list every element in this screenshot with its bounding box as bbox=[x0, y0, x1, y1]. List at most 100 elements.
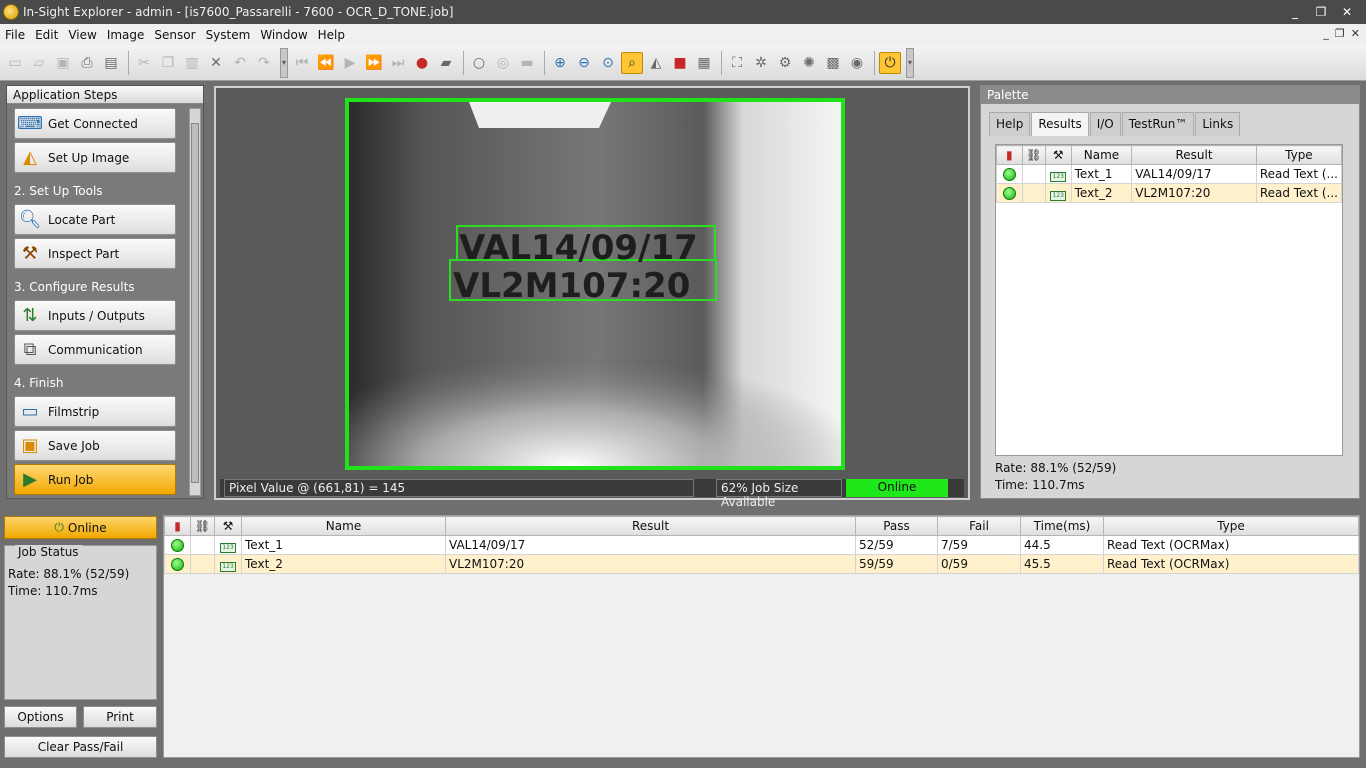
copy-icon[interactable]: ❐ bbox=[157, 52, 179, 74]
print-button[interactable]: Print bbox=[83, 706, 157, 728]
calibration-icon[interactable]: ✲ bbox=[750, 52, 772, 74]
delete-icon[interactable]: ✕ bbox=[205, 52, 227, 74]
link-column-icon[interactable]: ⛓ bbox=[1021, 145, 1046, 165]
scrollbar-thumb[interactable] bbox=[191, 123, 199, 483]
camera-image[interactable]: VAL14/09/17 VL2M107:20 bbox=[345, 98, 845, 470]
column-header-name[interactable]: Name bbox=[241, 516, 446, 536]
table-row[interactable]: 123 Text_2 VL2M107:20 59/59 0/59 45.5 Re… bbox=[164, 554, 1359, 574]
emulator-icon[interactable]: ◉ bbox=[846, 52, 868, 74]
camera-icon[interactable]: ▬ bbox=[516, 52, 538, 74]
table-row[interactable]: 123 Text_2 VL2M107:20 Read Text (... bbox=[996, 183, 1343, 203]
column-header-result[interactable]: Result bbox=[445, 516, 856, 536]
tab-results[interactable]: Results bbox=[1031, 112, 1089, 136]
redo-icon[interactable]: ↷ bbox=[253, 52, 275, 74]
toolbar-grip[interactable]: ▾ bbox=[906, 47, 914, 78]
print-icon[interactable]: ⎙ bbox=[76, 52, 98, 74]
pattern-icon[interactable]: ✺ bbox=[798, 52, 820, 74]
online-button[interactable]: ⏻ Online bbox=[4, 516, 157, 539]
inspect-part-button[interactable]: ⚒ Inspect Part bbox=[14, 238, 176, 269]
first-frame-icon[interactable]: ⏮ bbox=[291, 52, 313, 74]
magnifier-icon: 🔍︎ bbox=[18, 209, 42, 230]
trigger-icon[interactable]: ○ bbox=[468, 52, 490, 74]
previous-frame-icon[interactable]: ⏪ bbox=[315, 52, 337, 74]
table-row[interactable]: 123 Text_1 VAL14/09/17 Read Text (... bbox=[996, 164, 1343, 184]
overlay-icon[interactable]: ■ bbox=[669, 52, 691, 74]
save-job-button[interactable]: ▣ Save Job bbox=[14, 430, 176, 461]
column-header-name[interactable]: Name bbox=[1070, 145, 1133, 165]
tab-links[interactable]: Links bbox=[1195, 112, 1241, 136]
record-icon[interactable]: ● bbox=[411, 52, 433, 74]
palette-panel: Palette Help Results I/O TestRun™ Links … bbox=[980, 85, 1360, 499]
row-result: VL2M107:20 bbox=[1131, 183, 1257, 203]
set-up-image-button[interactable]: ◭ Set Up Image bbox=[14, 142, 176, 173]
image-adjust-icon[interactable]: ◭ bbox=[645, 52, 667, 74]
mdi-close-button[interactable]: ✕ bbox=[1351, 27, 1360, 40]
menu-sensor[interactable]: Sensor bbox=[149, 28, 200, 42]
column-header-time[interactable]: Time(ms) bbox=[1020, 516, 1104, 536]
filmstrip-tool-icon[interactable]: ▩ bbox=[822, 52, 844, 74]
menu-image[interactable]: Image bbox=[102, 28, 150, 42]
set-up-image-label: Set Up Image bbox=[48, 150, 130, 165]
open-image-icon[interactable]: ▰ bbox=[435, 52, 457, 74]
zoom-in-icon[interactable]: ⊕ bbox=[549, 52, 571, 74]
column-header-fail[interactable]: Fail bbox=[937, 516, 1021, 536]
get-connected-button[interactable]: ⌨ Get Connected bbox=[14, 108, 176, 139]
link-column-icon[interactable]: ⛓ bbox=[190, 516, 215, 536]
toolbar-grip[interactable]: ▾ bbox=[280, 47, 288, 78]
next-frame-icon[interactable]: ⏩ bbox=[363, 52, 385, 74]
communication-button[interactable]: ⧉ Communication bbox=[14, 334, 176, 365]
menu-system[interactable]: System bbox=[201, 28, 256, 42]
column-header-type[interactable]: Type bbox=[1255, 145, 1343, 165]
zoom-out-icon[interactable]: ⊖ bbox=[573, 52, 595, 74]
column-header-type[interactable]: Type bbox=[1103, 516, 1359, 536]
tab-testrun[interactable]: TestRun™ bbox=[1121, 112, 1195, 136]
minimize-button[interactable]: _ bbox=[1282, 2, 1308, 22]
mdi-minimize-button[interactable]: _ bbox=[1323, 27, 1329, 40]
live-video-icon[interactable]: ◎ bbox=[492, 52, 514, 74]
toolbar-separator bbox=[874, 50, 875, 75]
inputs-outputs-button[interactable]: ⇅ Inputs / Outputs bbox=[14, 300, 176, 331]
run-job-button[interactable]: ▶ Run Job bbox=[14, 464, 176, 495]
paste-icon[interactable]: ▥ bbox=[181, 52, 203, 74]
image-status-bar: Pixel Value @ (661,81) = 145 62% Job Siz… bbox=[220, 479, 964, 509]
inspect-part-label: Inspect Part bbox=[48, 246, 120, 261]
fit-image-icon[interactable]: ⛶ bbox=[726, 52, 748, 74]
menu-file[interactable]: File bbox=[0, 28, 30, 42]
save-icon[interactable]: ▣ bbox=[52, 52, 74, 74]
zoom-fit-icon[interactable]: ⌕ bbox=[621, 51, 643, 74]
new-icon[interactable]: ▭ bbox=[4, 52, 26, 74]
last-frame-icon[interactable]: ⏭ bbox=[387, 52, 409, 74]
column-header-result[interactable]: Result bbox=[1131, 145, 1257, 165]
menu-window[interactable]: Window bbox=[255, 28, 312, 42]
locate-part-button[interactable]: 🔍︎ Locate Part bbox=[14, 204, 176, 235]
options-button[interactable]: Options bbox=[4, 706, 77, 728]
print-preview-icon[interactable]: ▤ bbox=[100, 52, 122, 74]
mdi-restore-button[interactable]: ❐ bbox=[1335, 27, 1345, 40]
table-row[interactable]: 123 Text_1 VAL14/09/17 52/59 7/59 44.5 R… bbox=[164, 535, 1359, 555]
tool-column-icon[interactable]: ⚒ bbox=[214, 516, 242, 536]
cut-icon[interactable]: ✂ bbox=[133, 52, 155, 74]
menu-edit[interactable]: Edit bbox=[30, 28, 63, 42]
tab-io[interactable]: I/O bbox=[1089, 112, 1121, 136]
sensor-settings-icon[interactable]: ⚙ bbox=[774, 52, 796, 74]
menu-view[interactable]: View bbox=[63, 28, 101, 42]
spreadsheet-icon[interactable]: ▦ bbox=[693, 52, 715, 74]
open-icon[interactable]: ▱ bbox=[28, 52, 50, 74]
clear-pass-fail-button[interactable]: Clear Pass/Fail bbox=[4, 736, 157, 758]
zoom-100-icon[interactable]: ⊙ bbox=[597, 52, 619, 74]
image-display-panel: VAL14/09/17 VL2M107:20 Pixel Value @ (66… bbox=[214, 86, 970, 509]
menu-help[interactable]: Help bbox=[313, 28, 350, 42]
online-power-icon[interactable]: ⏻ bbox=[879, 51, 901, 74]
play-icon[interactable]: ▶ bbox=[339, 52, 361, 74]
pass-status-icon bbox=[171, 539, 184, 552]
tool-column-icon[interactable]: ⚒ bbox=[1044, 145, 1072, 165]
pass-fail-column-icon[interactable]: ▮ bbox=[164, 516, 191, 536]
application-steps-scrollbar[interactable] bbox=[189, 108, 201, 496]
column-header-pass[interactable]: Pass bbox=[855, 516, 938, 536]
undo-icon[interactable]: ↶ bbox=[229, 52, 251, 74]
filmstrip-button[interactable]: ▭ Filmstrip bbox=[14, 396, 176, 427]
pass-fail-column-icon[interactable]: ▮ bbox=[996, 145, 1023, 165]
close-button[interactable]: ✕ bbox=[1334, 2, 1360, 22]
restore-button[interactable]: ❐ bbox=[1308, 2, 1334, 22]
tab-help[interactable]: Help bbox=[989, 112, 1031, 136]
